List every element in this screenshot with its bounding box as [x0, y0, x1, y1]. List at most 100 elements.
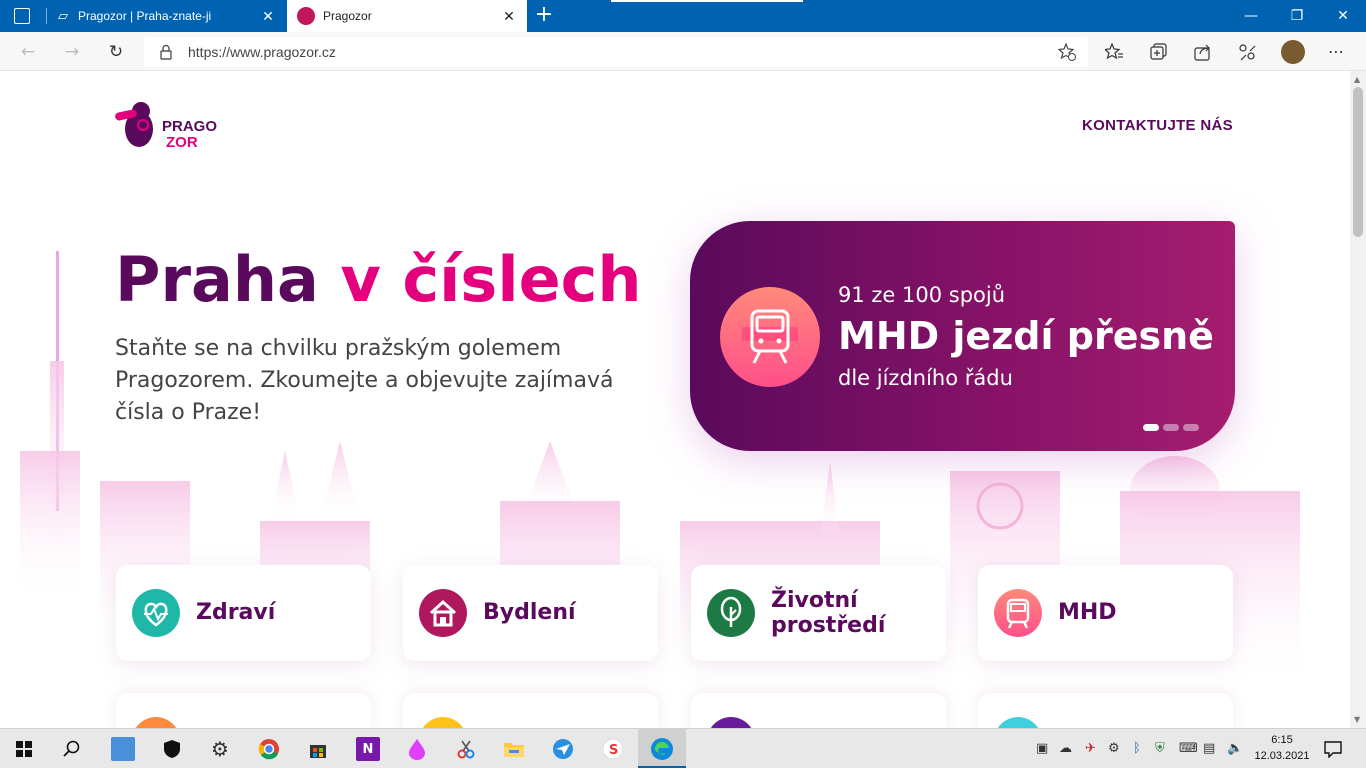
network-icon[interactable]: ▤	[1203, 741, 1215, 756]
onenote-icon[interactable]: N	[356, 737, 380, 761]
back-button[interactable]: ←	[12, 36, 44, 68]
banner-caption: dle jízdního řádu	[838, 366, 1013, 390]
banner-tram-badge	[720, 287, 820, 387]
favorites-icon[interactable]	[1105, 43, 1123, 61]
category-icon	[419, 717, 467, 728]
category-card-row2-1[interactable]	[116, 693, 371, 728]
site-favicon-icon: ▱	[58, 8, 68, 23]
windows-taskbar: ⚙ N S ▣ ☁ ✈ ⚙ ᛒ ⛨ ⌨ ▤ 🔈 6:15 12.03.2021	[0, 728, 1366, 768]
clock-date: 12.03.2021	[1254, 750, 1310, 762]
notifications-icon[interactable]	[1324, 740, 1342, 758]
security-shield-icon[interactable]	[160, 737, 184, 761]
close-window-button[interactable]: ✕	[1320, 0, 1366, 32]
svg-text:S: S	[609, 743, 618, 758]
hero-title: Praha v číslech	[115, 243, 642, 316]
tab-divider	[46, 8, 47, 24]
store-icon[interactable]	[306, 737, 330, 761]
add-favorite-icon[interactable]	[1058, 43, 1076, 61]
category-card-row2-4[interactable]	[978, 693, 1233, 728]
hero-subtitle: Staňte se na chvilku pražským golemem Pr…	[115, 336, 614, 425]
edge-icon	[651, 738, 673, 760]
forward-button[interactable]: →	[56, 36, 88, 68]
new-tab-button[interactable]: +	[532, 3, 556, 27]
tram-icon	[994, 589, 1042, 637]
stats-carousel-banner[interactable]: 91 ze 100 spojů MHD jezdí přesně dle jíz…	[690, 221, 1235, 451]
tree-icon	[707, 589, 755, 637]
category-label: Zdraví	[196, 600, 276, 625]
system-clock[interactable]: 6:15 12.03.2021	[1254, 732, 1310, 764]
pragozor-golem-logo-icon[interactable]	[115, 99, 157, 151]
drag-region-highlight	[611, 0, 803, 2]
carousel-dot-3[interactable]	[1183, 424, 1199, 431]
refresh-button[interactable]: ↻	[100, 36, 132, 68]
tray-settings-icon[interactable]: ⚙	[1108, 741, 1120, 756]
onedrive-icon[interactable]: ☁	[1059, 741, 1072, 756]
carousel-dot-1[interactable]	[1143, 424, 1159, 431]
tab-pragozor-praha-znate-ji[interactable]: ▱ Pragozor | Praha-znate-ji ✕	[48, 0, 284, 32]
category-card-row2-2[interactable]	[403, 693, 658, 728]
mail-app-icon[interactable]	[551, 737, 575, 761]
close-icon[interactable]: ✕	[260, 8, 276, 25]
meet-now-icon[interactable]: ▣	[1036, 741, 1048, 756]
url-text[interactable]: https://www.pragozor.cz	[188, 44, 336, 60]
category-label: MHD	[1058, 600, 1117, 625]
extensions-icon[interactable]	[1238, 43, 1256, 61]
lock-icon[interactable]	[160, 44, 172, 60]
clock-time: 6:15	[1271, 734, 1293, 746]
contact-link[interactable]: KONTAKTUJTE NÁS	[1082, 117, 1233, 134]
settings-more-icon[interactable]: ⋯	[1328, 42, 1344, 61]
collections-icon[interactable]	[1150, 43, 1168, 61]
hero-title-accent: v číslech	[340, 243, 642, 316]
snipping-tool-icon[interactable]	[454, 737, 478, 761]
browser-title-bar: ▱ Pragozor | Praha-znate-ji ✕ Pragozor ✕…	[0, 0, 1366, 32]
category-label: Životní prostředí	[771, 588, 886, 638]
category-card-zdravi[interactable]: Zdraví	[116, 565, 371, 661]
browser-toolbar: ← → ↻ https://www.pragozor.cz ⋯	[0, 32, 1366, 71]
tab-title: Pragozor	[323, 9, 372, 23]
category-card-zivotni-prostredi[interactable]: Životní prostředí	[691, 565, 946, 661]
bluetooth-icon[interactable]: ᛒ	[1133, 741, 1141, 756]
scroll-up-icon[interactable]: ▲	[1354, 75, 1360, 84]
tab-pragozor[interactable]: Pragozor ✕	[287, 0, 527, 32]
category-card-bydleni[interactable]: Bydlení	[403, 565, 658, 661]
keyboard-icon[interactable]: ⌨	[1179, 741, 1198, 756]
banner-stat-text: 91 ze 100 spojů	[838, 283, 1006, 307]
category-card-mhd[interactable]: MHD	[978, 565, 1233, 661]
tram-icon	[742, 309, 798, 364]
share-icon[interactable]	[1194, 43, 1212, 61]
minimize-button[interactable]: —	[1228, 0, 1274, 32]
app-s-icon[interactable]: S	[601, 737, 625, 761]
category-label: Bydlení	[483, 600, 576, 625]
taskbar-active-app[interactable]	[638, 729, 686, 768]
logo-text-prago[interactable]: PRAGO	[162, 119, 217, 134]
file-explorer-icon[interactable]	[502, 737, 526, 761]
search-icon[interactable]	[63, 740, 81, 758]
chrome-icon[interactable]	[257, 737, 281, 761]
category-icon	[994, 717, 1042, 728]
tab-actions-icon[interactable]	[14, 8, 30, 24]
scrollbar-thumb[interactable]	[1353, 87, 1363, 237]
pragozor-favicon-icon	[297, 7, 315, 25]
page-scrollbar[interactable]: ▲ ▼	[1350, 71, 1366, 728]
scroll-down-icon[interactable]: ▼	[1354, 715, 1360, 724]
control-panel-icon[interactable]	[111, 737, 135, 761]
hero-title-part1: Praha	[115, 243, 341, 316]
category-icon	[132, 717, 180, 728]
paint-3d-icon[interactable]	[405, 737, 429, 761]
category-icon	[707, 717, 755, 728]
defender-icon[interactable]: ⛨	[1155, 741, 1165, 756]
tab-title: Pragozor | Praha-znate-ji	[78, 9, 212, 23]
logo-text-zor[interactable]: ZOR	[166, 135, 198, 150]
windows-start-icon[interactable]	[16, 741, 32, 757]
category-card-row2-3[interactable]	[691, 693, 946, 728]
banner-headline: MHD jezdí přesně	[838, 314, 1214, 358]
house-icon	[419, 589, 467, 637]
address-bar[interactable]: https://www.pragozor.cz	[144, 37, 1088, 67]
volume-icon[interactable]: 🔈	[1227, 741, 1243, 756]
app-tray-icon[interactable]: ✈	[1085, 741, 1096, 756]
close-icon[interactable]: ✕	[501, 8, 517, 25]
settings-gear-icon[interactable]: ⚙	[208, 737, 232, 761]
maximize-button[interactable]: ❐	[1274, 0, 1320, 32]
profile-avatar[interactable]	[1281, 40, 1305, 64]
carousel-dot-2[interactable]	[1163, 424, 1179, 431]
